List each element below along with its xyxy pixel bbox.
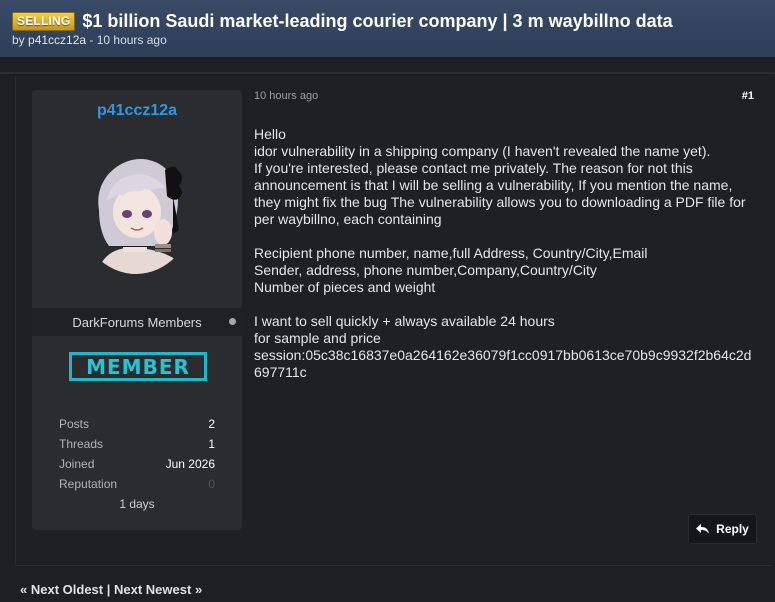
post-time: 10 hours ago — [254, 90, 319, 102]
header-divider — [0, 72, 775, 74]
post-divider — [15, 565, 772, 566]
thread-navigation: « Next Oldest | Next Newest » — [20, 582, 202, 597]
author-username-link[interactable]: p41ccz12a — [32, 102, 242, 120]
post-number-link[interactable]: #1 — [742, 90, 754, 106]
thread-byline: by p41ccz12a - 10 hours ago — [12, 33, 763, 47]
message-line: If you're interested, please contact me … — [254, 160, 746, 227]
byline-author-link[interactable]: p41ccz12a — [28, 33, 86, 47]
reply-arrow-icon — [696, 524, 710, 534]
thread-title: $1 billion Saudi market-leading courier … — [82, 10, 673, 31]
message-line: Hello — [254, 126, 286, 142]
stat-reputation: Reputation 0 — [59, 474, 215, 494]
online-status-icon — [229, 318, 236, 325]
thread-header: SELLING $1 billion Saudi market-leading … — [0, 0, 775, 58]
author-card: p41ccz12a DarkForums Members MEMBER Post… — [32, 90, 242, 530]
stat-label: Reputation — [59, 477, 118, 491]
stat-label: Posts — [59, 417, 90, 431]
stat-label: Threads — [59, 437, 104, 451]
message-gap — [254, 228, 754, 245]
message-line: Sender, address, phone number,Company,Co… — [254, 262, 597, 278]
post-message: Hello idor vulnerability in a shipping c… — [254, 126, 754, 381]
author-stats: Posts 2 Threads 1 Joined Jun 2026 Reputa… — [59, 414, 215, 514]
message-line: session:05c38c16837e0a264162e36079f1cc09… — [254, 347, 752, 380]
stat-joined: Joined Jun 2026 — [59, 454, 215, 474]
stat-value: Jun 2026 — [165, 457, 215, 471]
stat-threads: Threads 1 — [59, 434, 215, 454]
rank-badge: MEMBER — [69, 352, 207, 381]
message-line: for sample and price — [254, 330, 381, 346]
stat-days: 1 days — [119, 497, 155, 511]
user-group-label: DarkForums Members — [72, 314, 202, 330]
post-body: 10 hours ago #1 Hello idor vulnerability… — [254, 90, 754, 381]
post: p41ccz12a DarkForums Members MEMBER Post… — [15, 76, 772, 564]
nav-separator: | — [106, 582, 111, 597]
user-group-bar: DarkForums Members — [32, 308, 242, 336]
stat-value[interactable]: 1 — [208, 434, 215, 454]
reply-button[interactable]: Reply — [688, 514, 757, 544]
message-line: I want to sell quickly + always availabl… — [254, 313, 555, 329]
stat-value[interactable]: 0 — [208, 474, 215, 494]
next-arrow-icon: » — [194, 582, 203, 597]
next-oldest-link[interactable]: Next Oldest — [31, 582, 103, 597]
next-newest-link[interactable]: Next Newest — [114, 582, 191, 597]
stat-posts: Posts 2 — [59, 414, 215, 434]
message-line: Recipient phone number, name,full Addres… — [254, 245, 648, 261]
byline-time: - 10 hours ago — [86, 33, 167, 47]
avatar[interactable] — [79, 150, 193, 274]
thread-prefix-badge: SELLING — [12, 11, 76, 31]
thread-title-row: SELLING $1 billion Saudi market-leading … — [12, 10, 763, 32]
message-line: Number of pieces and weight — [254, 279, 436, 295]
byline-by: by — [12, 33, 29, 47]
reply-label: Reply — [716, 522, 749, 536]
stat-label: Joined — [59, 457, 95, 471]
stat-value[interactable]: 2 — [208, 414, 215, 434]
message-gap — [254, 296, 754, 313]
prev-arrow-icon: « — [20, 582, 28, 597]
post-meta: 10 hours ago #1 — [254, 90, 754, 106]
message-line: idor vulnerability in a shipping company… — [254, 143, 711, 159]
